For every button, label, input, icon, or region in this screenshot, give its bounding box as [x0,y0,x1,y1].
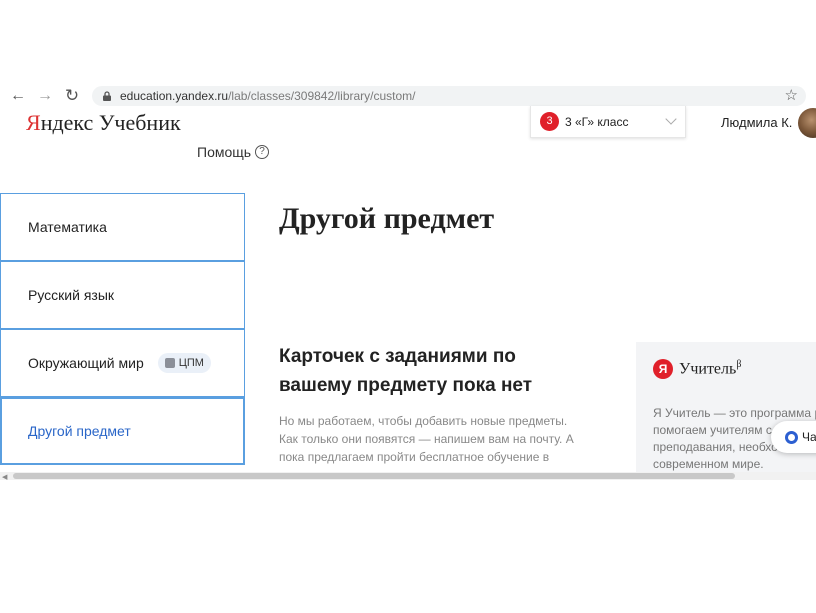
user-name[interactable]: Людмила К. [721,115,792,130]
subject-world-around[interactable]: Окружающий мир ЦПМ [0,329,245,397]
class-label: 3 «Г» класс [565,115,629,129]
address-bar[interactable]: education.yandex.ru/lab/classes/309842/l… [92,86,806,106]
chevron-down-icon [665,113,677,125]
logo-letter: Я [26,110,41,135]
empty-state-heading: Карточек с заданиями по вашему предмету … [279,346,533,396]
url-host: education.yandex.ru [120,89,229,103]
forward-arrow-icon[interactable]: → [35,86,55,106]
subject-other-selected[interactable]: Другой предмет [0,397,245,465]
horizontal-scrollbar[interactable]: ◀ [0,472,816,481]
question-circle-icon: ? [255,145,270,159]
lock-icon [103,91,111,101]
avatar[interactable] [798,108,816,138]
reload-icon[interactable]: ↻ [62,86,82,106]
bookmark-star-icon[interactable]: ☆ [785,86,798,104]
subject-label: Русский язык [28,287,115,303]
subject-russian[interactable]: Русский язык [0,261,245,329]
chat-label: Ча [802,430,816,444]
tsm-badge: ЦПМ [157,353,211,373]
promo-title: Учительβ [679,359,741,378]
empty-state-text: Но мы работаем, чтобы добавить новые пре… [279,414,574,464]
page-title: Другой предмет [279,202,495,235]
back-arrow-icon[interactable]: ← [8,86,28,106]
tsm-label: ЦПМ [178,357,204,369]
help-label: Помощь [197,144,252,160]
class-select[interactable]: 3 3 «Г» класс [530,106,686,138]
chat-button[interactable]: Ча [771,421,816,453]
browser-toolbar: ← → ↻ education.yandex.ru/lab/classes/30… [0,84,816,108]
scrollbar-thumb[interactable] [13,473,735,479]
yandex-uchebnik-logo[interactable]: Яндекс Учебник [26,111,181,135]
subject-label: Другой предмет [28,423,131,439]
ya-uchitel-logo: Я Учительβ [653,359,741,379]
yandex-icon: Я [653,359,673,379]
help-link[interactable]: Помощь ? [197,144,270,160]
url-text: education.yandex.ru/lab/classes/309842/l… [120,89,416,103]
promo-title-text: Учитель [679,360,737,378]
subject-mathematics[interactable]: Математика [0,193,245,261]
subject-label: Математика [28,219,107,235]
url-path: /lab/classes/309842/library/custom/ [228,89,416,103]
beta-mark: β [736,359,742,371]
logo-text: ндекс Учебник [40,110,181,135]
tsm-icon [164,358,175,368]
scroll-left-arrow-icon[interactable]: ◀ [2,473,7,481]
class-badge: 3 [540,112,559,131]
subject-label: Окружающий мир [28,355,144,371]
chat-icon [785,430,798,444]
